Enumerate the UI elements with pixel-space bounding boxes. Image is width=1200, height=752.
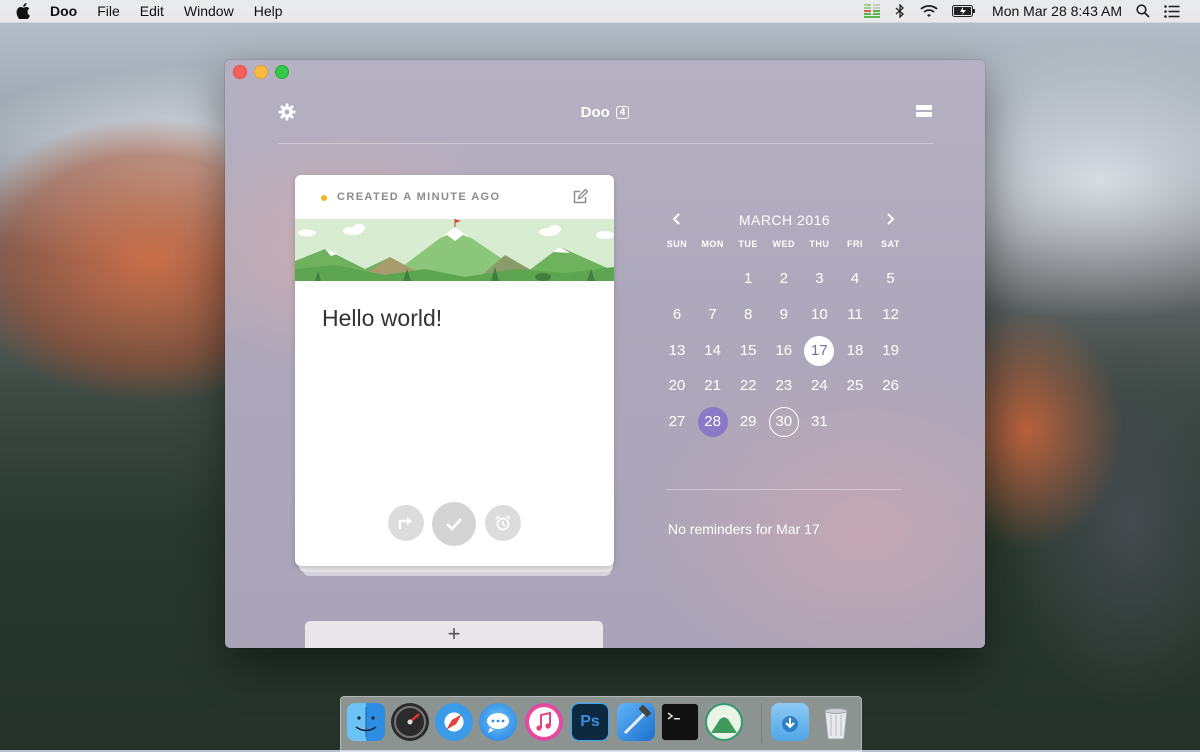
checkmark-icon: [446, 518, 462, 531]
calendar-day[interactable]: 3: [804, 264, 834, 294]
photoshop-icon[interactable]: Ps: [571, 703, 609, 741]
weekday-header: WED: [772, 239, 796, 249]
created-label: CREATED A MINUTE AGO: [337, 191, 501, 203]
calendar-day[interactable]: 16: [769, 336, 799, 366]
menu-window[interactable]: Window: [184, 3, 234, 19]
calendar-day[interactable]: 12: [876, 300, 906, 330]
calendar-day[interactable]: 13: [662, 336, 692, 366]
dashboard-icon[interactable]: [391, 703, 429, 741]
menu-edit[interactable]: Edit: [140, 3, 164, 19]
note-card[interactable]: CREATED A MINUTE AGO Hello world!: [295, 175, 614, 566]
calendar-day[interactable]: 20: [662, 371, 692, 401]
weekday-header: TUE: [738, 239, 758, 249]
move-to-later-button[interactable]: [388, 505, 424, 541]
app-title-text: Doo: [580, 104, 610, 121]
calendar-day[interactable]: 30: [768, 407, 799, 438]
finder-icon[interactable]: [347, 703, 385, 741]
edit-icon[interactable]: [572, 188, 589, 205]
window-controls: [233, 65, 296, 79]
menu-file[interactable]: File: [97, 3, 120, 19]
zoom-window-button[interactable]: [275, 65, 289, 79]
downloads-folder-icon[interactable]: [771, 703, 809, 741]
app-title: Doo 4: [225, 104, 985, 121]
menu-help[interactable]: Help: [254, 3, 283, 19]
battery-icon[interactable]: [952, 5, 976, 17]
menu-bar: Doo File Edit Window Help Mon Mar 28 8:4…: [0, 0, 1200, 23]
calendar-day[interactable]: 26: [876, 371, 906, 401]
header-divider: [278, 143, 933, 144]
calendar-day[interactable]: 21: [698, 371, 728, 401]
terminal-icon[interactable]: [661, 703, 699, 741]
calendar-day[interactable]: 31: [804, 407, 834, 437]
calendar-day[interactable]: 15: [733, 336, 763, 366]
chevron-right-icon[interactable]: [883, 212, 897, 226]
calendar-day[interactable]: 8: [733, 300, 763, 330]
calendar-day[interactable]: 1: [733, 264, 763, 294]
calendar-day[interactable]: 25: [840, 371, 870, 401]
weekday-header: THU: [809, 239, 830, 249]
weekday-header: MON: [701, 239, 724, 249]
list-view-icon[interactable]: [916, 105, 932, 117]
task-count-badge: 4: [615, 106, 630, 119]
calendar-month-label: MARCH 2016: [738, 212, 831, 228]
reminder-button[interactable]: [485, 505, 521, 541]
activity-monitor-icon[interactable]: [864, 4, 881, 18]
dock-separator: [761, 703, 762, 743]
calendar-divider: [666, 489, 901, 490]
alarm-clock-icon: [495, 515, 511, 531]
weekday-header: SUN: [666, 239, 688, 249]
calendar-day[interactable]: 10: [804, 300, 834, 330]
notification-center-icon[interactable]: [1164, 4, 1180, 18]
calendar-day[interactable]: 5: [876, 264, 906, 294]
calendar-day[interactable]: 23: [769, 371, 799, 401]
calendar-day-selected[interactable]: 28: [697, 407, 728, 438]
calendar-day[interactable]: 19: [876, 336, 906, 366]
menu-app-name[interactable]: Doo: [50, 3, 77, 19]
note-card-header: CREATED A MINUTE AGO: [295, 175, 614, 219]
photoshop-label: Ps: [580, 713, 600, 730]
mountain-banner-illustration: [295, 219, 614, 281]
note-actions: [295, 502, 614, 546]
calendar-day[interactable]: 24: [804, 371, 834, 401]
calendar-day[interactable]: 22: [733, 371, 763, 401]
apple-menu-icon[interactable]: [16, 3, 34, 19]
weekday-header: SAT: [881, 239, 901, 249]
close-window-button[interactable]: [233, 65, 247, 79]
calendar-day[interactable]: 2: [769, 264, 799, 294]
messages-icon[interactable]: [479, 703, 517, 741]
complete-button[interactable]: [432, 502, 476, 546]
calendar-day[interactable]: 7: [698, 300, 728, 330]
safari-icon[interactable]: [435, 703, 473, 741]
calendar-header: MARCH 2016: [666, 210, 903, 232]
reminders-empty-text: No reminders for Mar 17: [668, 521, 820, 537]
doo-icon[interactable]: [705, 703, 743, 741]
calendar-day[interactable]: 29: [733, 407, 763, 437]
bluetooth-icon[interactable]: [894, 4, 906, 18]
calendar-day[interactable]: 4: [840, 264, 870, 294]
itunes-icon[interactable]: [525, 703, 563, 741]
calendar-day[interactable]: 6: [662, 300, 692, 330]
wifi-icon[interactable]: [920, 4, 938, 18]
calendar-day-today[interactable]: 17: [804, 335, 835, 366]
minimize-window-button[interactable]: [254, 65, 268, 79]
note-text[interactable]: Hello world!: [322, 305, 442, 332]
calendar-day[interactable]: 11: [840, 300, 870, 330]
xcode-icon[interactable]: [617, 703, 655, 741]
calendar-day[interactable]: 9: [769, 300, 799, 330]
status-dot: [321, 195, 327, 201]
doo-window: Doo 4 CREATED A MINUTE AGO Hello world! …: [225, 60, 985, 648]
spotlight-search-icon[interactable]: [1136, 4, 1150, 18]
calendar-day[interactable]: 27: [662, 407, 692, 437]
calendar-day[interactable]: 14: [698, 336, 728, 366]
add-note-button[interactable]: +: [305, 621, 603, 648]
weekday-header: FRI: [847, 239, 863, 249]
calendar-day[interactable]: 18: [840, 336, 870, 366]
dock: Ps: [340, 696, 862, 752]
trash-icon[interactable]: [817, 703, 855, 741]
move-later-icon: [398, 517, 412, 529]
menu-clock[interactable]: Mon Mar 28 8:43 AM: [992, 3, 1122, 19]
